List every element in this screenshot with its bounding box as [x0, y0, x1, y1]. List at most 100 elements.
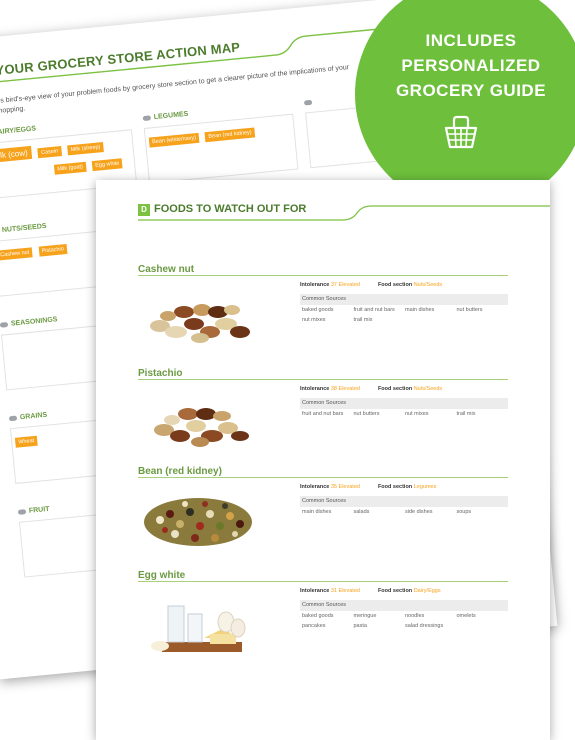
food-chip: Cashew nut: [0, 247, 33, 261]
section-title: SEASONINGS: [10, 316, 58, 328]
intolerance-level: Elevated: [338, 282, 360, 288]
source-item: salads: [353, 509, 370, 515]
food-divider: [138, 581, 508, 582]
common-sources-list: fruit and nut bars nut butters nut mixes…: [300, 411, 508, 417]
source-item: main dishes: [302, 509, 332, 515]
source-item: main dishes: [405, 307, 435, 313]
food-chip: Pistachio: [38, 243, 68, 257]
source-item: nut butters: [456, 307, 483, 313]
food-section-label: Food section: [377, 282, 413, 288]
common-sources-list: baked goods fruit and nut bars main dish…: [300, 307, 508, 323]
food-name: Pistachio: [138, 368, 183, 379]
intolerance-score: 37: [330, 282, 337, 288]
common-sources-header: Common Sources: [300, 398, 508, 409]
source-item: side dishes: [405, 509, 433, 515]
section-title: DAIRY/EGGS: [0, 125, 37, 137]
foods-header: D FOODS TO WATCH OUT FOR: [138, 202, 550, 224]
section-title: GRAINS: [19, 411, 48, 422]
food-info: Intolerance 37 Elevated Food section Nuts…: [300, 282, 508, 323]
food-section-label: Food section: [377, 386, 413, 392]
source-item: pasta: [353, 623, 367, 629]
food-divider: [138, 275, 508, 276]
food-section-value: Nuts/Seeds: [413, 386, 443, 392]
common-sources-list: main dishes salads side dishes soups: [300, 509, 508, 515]
source-item: nut mixes: [302, 317, 326, 323]
food-chip: Milk (sheep): [67, 142, 104, 156]
food-chip: Bean (red kidney): [204, 127, 256, 143]
common-sources-header: Common Sources: [300, 294, 508, 305]
intolerance-label: Intolerance: [300, 588, 330, 594]
badge-line: INCLUDES: [425, 31, 517, 50]
beans-image: [144, 498, 252, 546]
source-item: noodles: [405, 613, 425, 619]
food-section-label: Food section: [377, 484, 413, 490]
source-item: omelets: [456, 613, 476, 619]
section-legumes: LEGUMES Bean (white/navy) Bean (red kidn…: [142, 101, 299, 184]
intolerance-level: Elevated: [338, 484, 360, 490]
shopping-basket-icon: [444, 115, 478, 149]
lock-icon: [0, 321, 9, 328]
badge-line: PERSONALIZED: [401, 56, 541, 75]
food-section-value: Dairy/Eggs: [413, 588, 441, 594]
source-item: soups: [456, 509, 472, 515]
food-card: Egg white Intolerance 31 Elevated Food se…: [138, 570, 508, 666]
cashew-nut-image: [150, 304, 250, 343]
food-section-label: Food section: [377, 588, 413, 594]
intolerance-label: Intolerance: [300, 386, 330, 392]
food-name: Bean (red kidney): [138, 466, 222, 477]
food-name: Cashew nut: [138, 264, 195, 275]
badge-line: GROCERY GUIDE: [395, 81, 547, 100]
pistachio-image: [154, 408, 249, 447]
source-item: fruit and nut bars: [353, 307, 395, 313]
fruit-icon: [17, 508, 27, 515]
food-name: Egg white: [138, 570, 186, 581]
food-info: Intolerance 38 Elevated Food section Nuts…: [300, 386, 508, 417]
section-box: Bean (white/navy) Bean (red kidney): [143, 113, 299, 184]
common-sources-header: Common Sources: [300, 600, 508, 611]
source-item: nut butters: [353, 411, 380, 417]
source-item: trail mix: [456, 411, 476, 417]
badge-text: INCLUDES PERSONALIZED GROCERY GUIDE: [369, 28, 573, 103]
food-card: Cashew nut Intolerance 37 Elevated Food s…: [138, 264, 508, 360]
source-item: pancakes: [302, 623, 326, 629]
intolerance-level: Elevated: [338, 588, 360, 594]
food-chip: Milk (goat): [53, 161, 87, 175]
food-divider: [138, 477, 508, 478]
common-sources-header: Common Sources: [300, 496, 508, 507]
foods-to-watch-page: D FOODS TO WATCH OUT FOR Cashew nut Into…: [96, 180, 550, 740]
food-section-value: Nuts/Seeds: [413, 282, 443, 288]
intolerance-score: 38: [330, 386, 337, 392]
egg-white-image: [151, 605, 246, 652]
food-card: Bean (red kidney) Intolerance 35 Elevate…: [138, 466, 508, 562]
section-title: LEGUMES: [153, 110, 189, 122]
source-item: trail mix: [353, 317, 373, 323]
intolerance-label: Intolerance: [300, 484, 330, 490]
food-chip: Bean (white/navy): [148, 132, 200, 148]
food-info: Intolerance 31 Elevated Food section Dair…: [300, 588, 508, 629]
grains-icon: [8, 415, 18, 421]
section-letter: D: [138, 204, 150, 216]
source-item: baked goods: [302, 613, 334, 619]
intolerance-score: 31: [330, 588, 337, 594]
source-item: fruit and nut bars: [302, 411, 344, 417]
intolerance-level: Elevated: [338, 386, 360, 392]
section-title: NUTS/SEEDS: [1, 222, 47, 235]
section-title: FRUIT: [28, 505, 50, 515]
foods-title: FOODS TO WATCH OUT FOR: [154, 203, 307, 215]
category-icon: [303, 99, 313, 106]
source-item: baked goods: [302, 307, 334, 313]
source-item: nut mixes: [405, 411, 429, 417]
common-sources-list: baked goods meringue noodles omelets pan…: [300, 613, 508, 629]
intolerance-label: Intolerance: [300, 282, 330, 288]
source-item: meringue: [353, 613, 377, 619]
source-item: salad dressings: [405, 623, 444, 629]
food-info: Intolerance 35 Elevated Food section Legu…: [300, 484, 508, 515]
food-divider: [138, 379, 508, 380]
food-chip: Casein: [37, 146, 62, 159]
legumes-icon: [142, 114, 152, 121]
intolerance-score: 35: [330, 484, 337, 490]
food-chip: Egg white: [91, 158, 123, 172]
food-chip: Wheat: [14, 435, 38, 448]
food-chip: Milk (cow): [0, 145, 33, 164]
food-section-value: Legumes: [413, 484, 437, 490]
